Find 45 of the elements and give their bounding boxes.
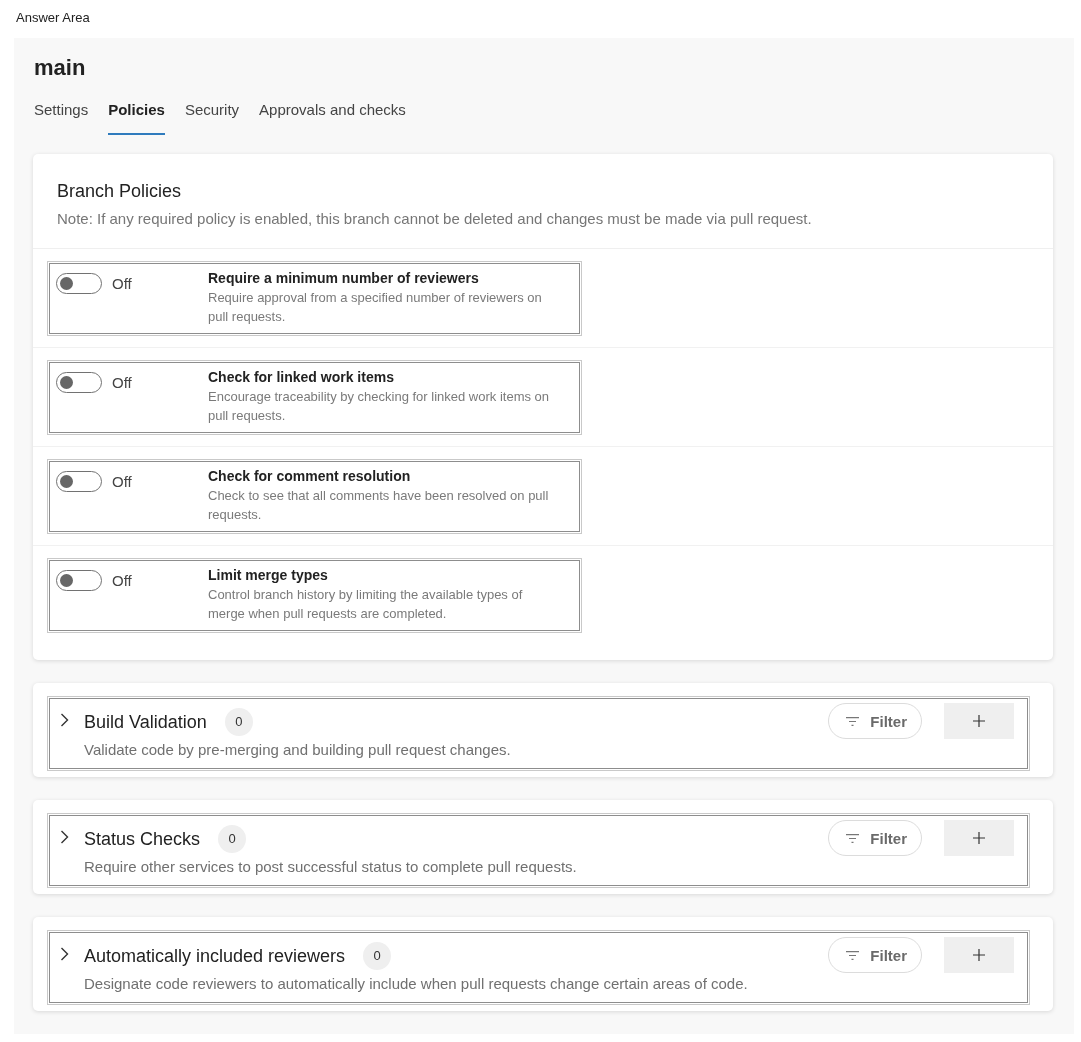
toggle-switch[interactable] xyxy=(56,471,102,492)
policy-description: Check to see that all comments have been resolved on pull requests. xyxy=(208,487,550,524)
answer-area-label: Answer Area xyxy=(15,9,90,26)
policy-title: Check for linked work items xyxy=(208,368,394,387)
plus-icon xyxy=(973,832,985,844)
tab[interactable]: Security xyxy=(184,100,240,135)
tab[interactable]: Policies xyxy=(108,100,165,135)
section-title: Status Checks xyxy=(84,828,201,850)
filter-button[interactable]: Filter xyxy=(828,703,922,739)
toggle-state-label: Off xyxy=(112,571,132,591)
tab[interactable]: Settings xyxy=(34,100,89,135)
section-title: Automatically included reviewers xyxy=(84,945,346,967)
section-description: Designate code reviewers to automatically include when pull requests change certain areas of code. xyxy=(84,974,748,994)
plus-icon xyxy=(973,715,985,727)
policy-title: Require a minimum number of reviewers xyxy=(208,269,479,288)
toggle-switch[interactable] xyxy=(56,273,102,294)
card-title: Branch Policies xyxy=(57,180,182,202)
branch-title: main xyxy=(34,54,86,82)
filter-button[interactable]: Filter xyxy=(828,937,922,973)
policy-description: Require approval from a specified number of reviewers on pull requests. xyxy=(208,289,543,326)
toggle-state-label: Off xyxy=(112,274,132,294)
note-text: Note: If any required policy is enabled, this branch cannot be deleted and changes must be made via pull request. xyxy=(57,209,812,229)
section-description: Validate code by pre-merging and building pull request changes. xyxy=(84,740,511,760)
tab[interactable]: Approvals and checks xyxy=(259,100,406,135)
chevron-icon[interactable] xyxy=(60,947,69,961)
filter-icon xyxy=(846,833,860,843)
count-badge: 0 xyxy=(363,942,392,970)
policy-description: Control branch history by limiting the available types of merge when pull requests are completed. xyxy=(208,586,524,623)
policy-title: Limit merge types xyxy=(208,566,328,585)
filter-button[interactable]: Filter xyxy=(828,820,922,856)
count-badge: 0 xyxy=(218,825,247,853)
section-title: Build Validation xyxy=(84,711,207,733)
chevron-icon[interactable] xyxy=(60,830,69,844)
policy-description: Encourage traceability by checking for linked work items on pull requests. xyxy=(208,388,551,425)
chevron-icon[interactable] xyxy=(60,713,69,727)
toggle-state-label: Off xyxy=(112,373,132,393)
filter-icon xyxy=(846,950,860,960)
toggle-state-label: Off xyxy=(112,472,132,492)
count-badge: 0 xyxy=(224,708,253,736)
toggle-switch[interactable] xyxy=(56,570,102,591)
policy-title: Check for comment resolution xyxy=(208,467,411,486)
plus-icon xyxy=(973,949,985,961)
section-description: Require other services to post successful status to complete pull requests. xyxy=(84,857,577,877)
filter-icon xyxy=(846,716,860,726)
toggle-switch[interactable] xyxy=(56,372,102,393)
